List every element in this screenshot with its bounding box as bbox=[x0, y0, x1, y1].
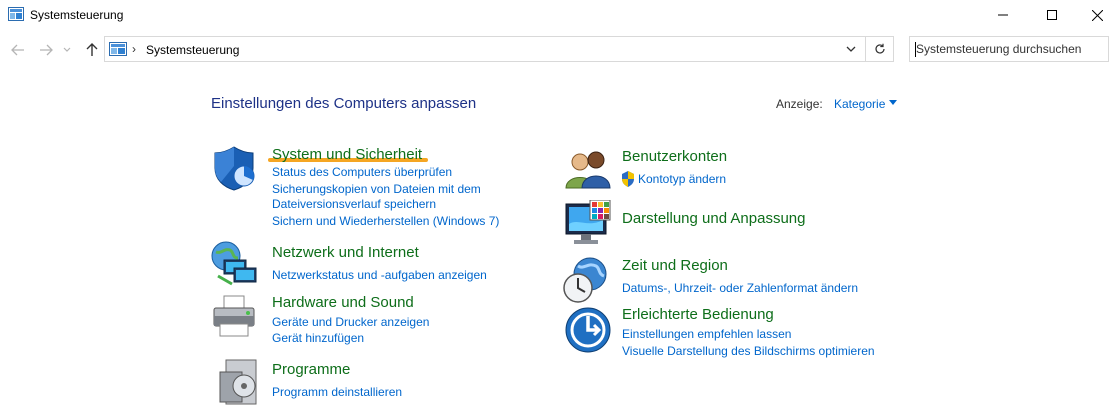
category-appearance[interactable]: Darstellung und Anpassung bbox=[622, 210, 805, 227]
link-recommend-settings[interactable]: Einstellungen empfehlen lassen bbox=[622, 327, 791, 341]
forward-arrow-icon bbox=[40, 44, 53, 56]
minimize-icon bbox=[998, 14, 1008, 16]
category-programs[interactable]: Programme bbox=[272, 361, 350, 378]
refresh-button[interactable] bbox=[866, 36, 894, 62]
minimize-button[interactable] bbox=[980, 0, 1026, 30]
recent-chevron-icon bbox=[63, 47, 71, 52]
up-button[interactable] bbox=[82, 40, 102, 60]
shield-icon[interactable] bbox=[212, 144, 260, 192]
control-panel-icon bbox=[109, 42, 127, 56]
window-title: Systemsteuerung bbox=[30, 8, 124, 22]
breadcrumb-systemsteuerung[interactable]: Systemsteuerung bbox=[146, 43, 239, 57]
users-icon[interactable] bbox=[564, 146, 612, 194]
category-ease-of-access[interactable]: Erleichterte Bedienung bbox=[622, 306, 774, 323]
view-by-dropdown[interactable]: Kategorie bbox=[834, 97, 885, 111]
link-check-status[interactable]: Status des Computers überprüfen bbox=[272, 165, 452, 179]
category-hardware-sound[interactable]: Hardware und Sound bbox=[272, 294, 414, 311]
maximize-icon bbox=[1047, 10, 1057, 20]
printer-icon[interactable] bbox=[210, 294, 258, 342]
link-optimize-visual-display[interactable]: Visuelle Darstellung des Bildschirms opt… bbox=[622, 344, 875, 358]
maximize-button[interactable] bbox=[1029, 0, 1075, 30]
link-network-status[interactable]: Netzwerkstatus und -aufgaben anzeigen bbox=[272, 268, 487, 282]
category-user-accounts[interactable]: Benutzerkonten bbox=[622, 148, 727, 165]
monitor-palette-icon[interactable] bbox=[564, 200, 612, 248]
ease-of-access-icon[interactable] bbox=[564, 306, 612, 354]
search-box[interactable] bbox=[909, 36, 1109, 62]
link-backup-restore[interactable]: Sichern und Wiederherstellen (Windows 7) bbox=[272, 214, 499, 228]
programs-disc-icon[interactable] bbox=[214, 358, 262, 406]
uac-shield-icon bbox=[622, 171, 634, 187]
up-arrow-icon bbox=[86, 43, 98, 56]
clock-globe-icon[interactable] bbox=[562, 256, 610, 304]
breadcrumb-separator: › bbox=[132, 42, 136, 56]
link-change-account-type[interactable]: Kontotyp ändern bbox=[638, 172, 726, 186]
address-bar[interactable]: › Systemsteuerung bbox=[104, 36, 866, 62]
link-file-history[interactable]: Dateiversionsverlauf speichern bbox=[272, 197, 436, 211]
category-system-security[interactable]: System und Sicherheit bbox=[272, 146, 422, 163]
category-clock-region[interactable]: Zeit und Region bbox=[622, 257, 728, 274]
recent-locations-button[interactable] bbox=[60, 40, 74, 60]
control-panel-icon bbox=[8, 7, 24, 21]
chevron-down-icon bbox=[846, 46, 856, 52]
close-button[interactable] bbox=[1074, 0, 1119, 30]
forward-button[interactable] bbox=[36, 40, 56, 60]
network-globe-icon[interactable] bbox=[210, 240, 258, 288]
link-date-time-format[interactable]: Datums-, Uhrzeit- oder Zahlenformat ände… bbox=[622, 281, 858, 295]
page-title: Einstellungen des Computers anpassen bbox=[211, 95, 477, 112]
search-input[interactable] bbox=[916, 40, 1102, 58]
link-add-device[interactable]: Gerät hinzufügen bbox=[272, 331, 364, 345]
back-arrow-icon bbox=[11, 44, 24, 56]
link-devices-printers[interactable]: Geräte und Drucker anzeigen bbox=[272, 315, 429, 329]
title-bar: Systemsteuerung bbox=[0, 0, 1119, 30]
refresh-icon bbox=[874, 43, 885, 54]
link-backup-files[interactable]: Sicherungskopien von Dateien mit dem bbox=[272, 182, 481, 196]
view-by-chevron-icon[interactable] bbox=[889, 100, 897, 105]
view-by-label: Anzeige: bbox=[776, 97, 823, 111]
close-icon bbox=[1091, 9, 1103, 21]
address-dropdown-button[interactable] bbox=[837, 37, 865, 61]
back-button[interactable] bbox=[8, 40, 28, 60]
category-network-internet[interactable]: Netzwerk und Internet bbox=[272, 244, 419, 261]
link-uninstall-program[interactable]: Programm deinstallieren bbox=[272, 385, 402, 399]
